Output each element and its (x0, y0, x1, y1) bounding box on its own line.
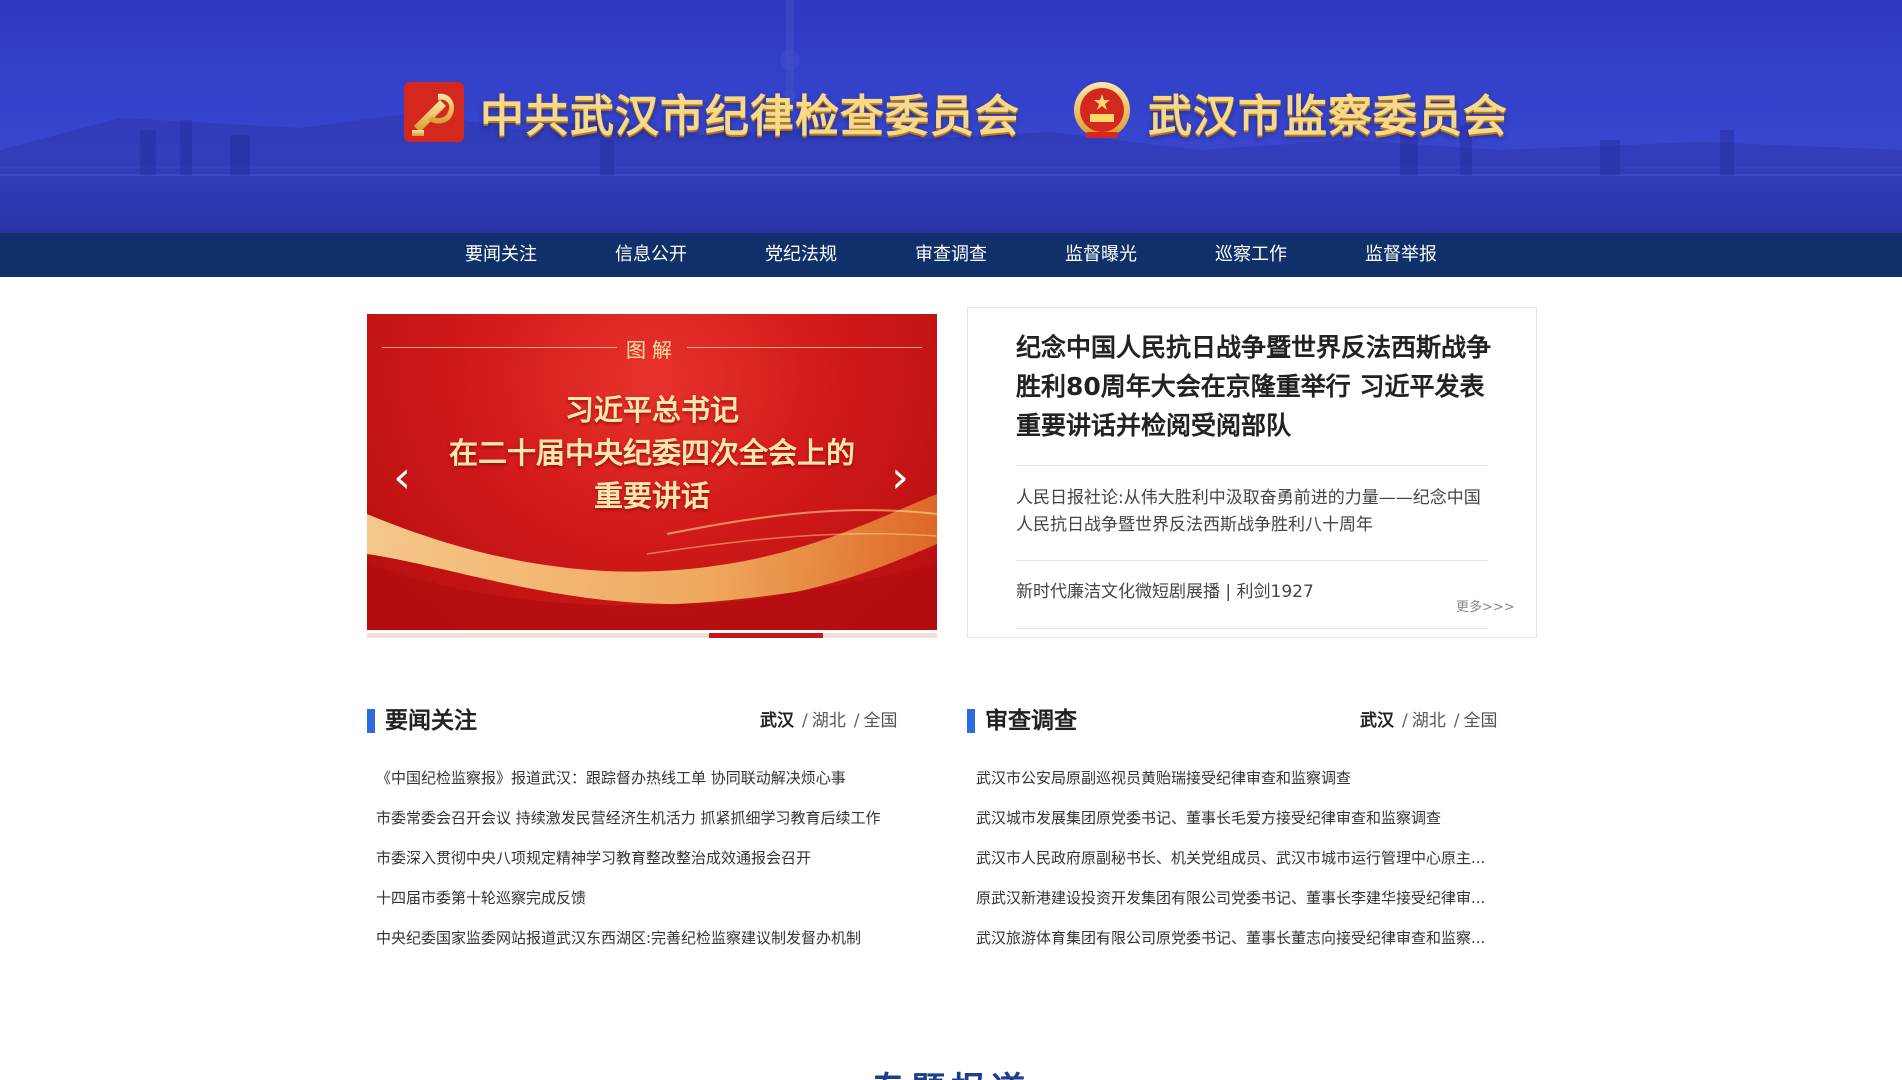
brand-right-title: 武汉市监察委员会 (1148, 91, 1508, 142)
section-title: 要闻关注 (385, 708, 477, 734)
more-link[interactable]: 更多>>> (1456, 596, 1515, 615)
tab-national[interactable]: 全国 (1463, 711, 1497, 731)
investigation-list: 武汉市公安局原副巡视员黄贻瑞接受纪律审查和监察调查 武汉城市发展集团原党委书记、… (976, 765, 1521, 965)
brand-ccdi-wuhan[interactable]: 中共武汉市纪律检查委员会 (402, 80, 1020, 144)
divider (1016, 628, 1488, 629)
nav-item-investigation[interactable]: 审查调查 (915, 233, 987, 277)
list-item[interactable]: 市委常委会召开会议 持续激发民营经济生机活力 抓紧抓细学习教育后续工作 (376, 805, 921, 845)
nav-item-party-regulations[interactable]: 党纪法规 (765, 233, 837, 277)
slide-title-line: 在二十届中央纪委四次全会上的 (448, 436, 855, 470)
headline-title-link[interactable]: 纪念中国人民抗日战争暨世界反法西斯战争胜利80周年大会在京隆重举行 习近平发表重… (1016, 328, 1496, 445)
divider (1016, 560, 1488, 561)
slide-title-line: 重要讲话 (593, 479, 710, 513)
list-item[interactable]: 武汉市公安局原副巡视员黄贻瑞接受纪律审查和监察调查 (976, 765, 1521, 805)
list-item[interactable]: 武汉市人民政府原副秘书长、机关党组成员、武汉市城市运行管理中心原主... (976, 845, 1521, 885)
tab-wuhan[interactable]: 武汉 (760, 711, 794, 731)
section-accent-bar (367, 709, 375, 733)
list-item[interactable]: 《中国纪检监察报》报道武汉：跟踪督办热线工单 协同联动解决烦心事 (376, 765, 921, 805)
brand-left-title: 中共武汉市纪律检查委员会 (480, 91, 1020, 142)
main-nav: 要闻关注 信息公开 党纪法规 审查调查 监督曝光 巡察工作 监督举报 (0, 233, 1902, 277)
slide-title: 习近平总书记 在二十届中央纪委四次全会上的 重要讲话 (367, 389, 937, 518)
tab-hubei[interactable]: 湖北 (812, 711, 846, 731)
national-emblem-icon (1074, 82, 1130, 138)
tab-wuhan[interactable]: 武汉 (1360, 711, 1394, 731)
slide-current[interactable]: 图解 习近平总书记 在二十届中央纪委四次全会上的 重要讲话 (367, 314, 937, 630)
headline-item-link[interactable]: 人民日报社论:从伟大胜利中汲取奋勇前进的力量——纪念中国人民抗日战争暨世界反法西… (1016, 485, 1488, 539)
hero-slider: 图解 习近平总书记 在二十届中央纪委四次全会上的 重要讲话 ‹ › (367, 314, 937, 638)
nav-item-info-disclosure[interactable]: 信息公开 (615, 233, 687, 277)
list-item[interactable]: 市委深入贯彻中央八项规定精神学习教育整改整治成效通报会召开 (376, 845, 921, 885)
news-focus-header: 要闻关注 武汉 / 湖北 / 全国 (367, 705, 907, 737)
nav-item-report[interactable]: 监督举报 (1365, 233, 1437, 277)
slide-title-line: 习近平总书记 (564, 393, 739, 427)
investigation-header: 审查调查 武汉 / 湖北 / 全国 (967, 705, 1507, 737)
slide-kicker: 图解 (626, 338, 678, 362)
divider (1016, 465, 1488, 466)
tab-national[interactable]: 全国 (863, 711, 897, 731)
slider-prev-button[interactable]: ‹ (387, 454, 417, 502)
list-item[interactable]: 中央纪委国家监委网站报道武汉东西湖区:完善纪检监察建议制发督办机制 (376, 925, 921, 965)
list-item[interactable]: 武汉城市发展集团原党委书记、董事长毛爱方接受纪律审查和监察调查 (976, 805, 1521, 845)
chevron-left-icon: ‹ (393, 452, 411, 503)
region-tabs: 武汉 / 湖北 / 全国 (1360, 711, 1498, 731)
section-accent-bar (967, 709, 975, 733)
nav-item-exposure[interactable]: 监督曝光 (1065, 233, 1137, 277)
list-item[interactable]: 武汉旅游体育集团有限公司原党委书记、董事长董志向接受纪律审查和监察... (976, 925, 1521, 965)
nav-item-news-focus[interactable]: 要闻关注 (465, 233, 537, 277)
headline-box: 纪念中国人民抗日战争暨世界反法西斯战争胜利80周年大会在京隆重举行 习近平发表重… (967, 307, 1537, 638)
party-emblem-icon (404, 82, 464, 142)
list-item[interactable]: 十四届市委第十轮巡察完成反馈 (376, 885, 921, 925)
chevron-right-icon: › (891, 452, 909, 503)
list-item[interactable]: 原武汉新港建设投资开发集团有限公司党委书记、董事长李建华接受纪律审... (976, 885, 1521, 925)
brand-supervision-wuhan[interactable]: 武汉市监察委员会 (1070, 80, 1508, 144)
region-tabs: 武汉 / 湖北 / 全国 (760, 711, 898, 731)
headline-item-link[interactable]: 新时代廉洁文化微短剧展播 | 利剑1927 (1016, 579, 1488, 606)
slider-pager[interactable] (367, 633, 937, 638)
nav-item-inspection[interactable]: 巡察工作 (1215, 233, 1287, 277)
tab-hubei[interactable]: 湖北 (1412, 711, 1446, 731)
news-focus-list: 《中国纪检监察报》报道武汉：跟踪督办热线工单 协同联动解决烦心事 市委常委会召开… (376, 765, 921, 965)
header-banner: 中共武汉市纪律检查委员会 武汉市监察委员会 (0, 0, 1902, 233)
special-report-heading: 专题报道 (0, 1062, 1902, 1080)
slider-next-button[interactable]: › (885, 454, 915, 502)
section-title: 审查调查 (985, 708, 1077, 734)
slider-pager-active (709, 633, 823, 638)
